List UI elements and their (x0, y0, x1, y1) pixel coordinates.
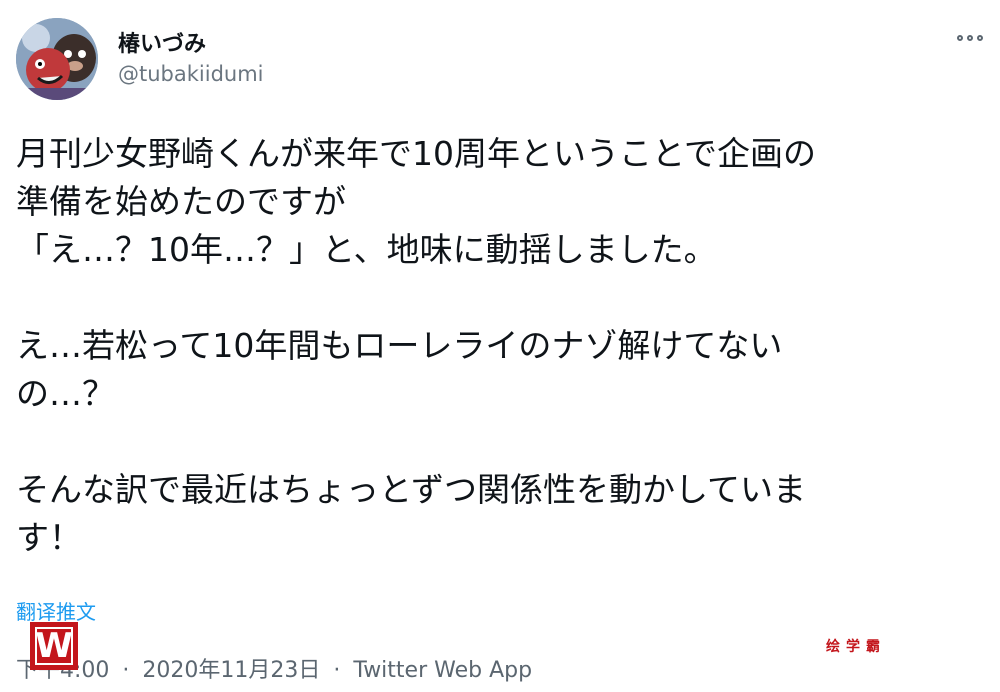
display-name[interactable]: 椿いづみ (118, 26, 206, 58)
tweet-source[interactable]: Twitter Web App (353, 658, 532, 683)
translate-tweet-link[interactable]: 翻译推文 (16, 596, 96, 625)
more-dots-icon (957, 35, 963, 41)
avatar-illustration (16, 18, 98, 100)
more-dots-icon (967, 35, 973, 41)
watermark-text: 绘学霸 (826, 639, 886, 655)
more-dots-icon (977, 35, 983, 41)
more-options-button[interactable] (952, 26, 988, 50)
tweet-meta: 下午4:00 · 2020年11月23日 · Twitter Web App (16, 652, 532, 684)
user-handle[interactable]: @tubakiidumi (118, 62, 264, 86)
tweet-text: 月刊少女野崎くんが来年で10周年ということで企画の 準備を始めたのですが 「え…… (16, 134, 817, 557)
meta-separator: · (122, 658, 130, 683)
tweet-header: 椿いづみ @tubakiidumi (0, 0, 1000, 110)
meta-separator: · (333, 658, 341, 683)
watermark-logo-letter: W (35, 626, 73, 666)
tweet-date[interactable]: 2020年11月23日 (142, 658, 320, 683)
avatar[interactable] (16, 18, 98, 100)
watermark-logo: W (30, 622, 78, 670)
